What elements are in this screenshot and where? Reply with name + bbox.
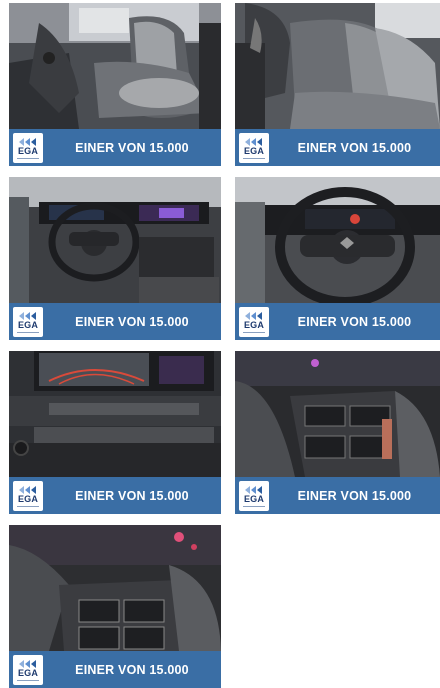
wheel-left-controls-photo (9, 525, 221, 651)
gallery-thumbnail-wheel-left-controls[interactable]: EGA EINER VON 15.000 (9, 525, 221, 688)
gallery-thumbnail-rear-seats[interactable]: EGA EINER VON 15.000 (235, 3, 440, 166)
ega-arrows-icon (245, 485, 262, 494)
banner-text: EINER VON 15.000 (75, 488, 189, 503)
ega-arrows-icon (19, 311, 36, 320)
ega-logo: EGA (13, 654, 43, 685)
banner-text: EINER VON 15.000 (75, 662, 189, 677)
gallery-thumbnail-dashboard[interactable]: EGA EINER VON 15.000 (9, 177, 221, 340)
logo-underline (17, 157, 39, 159)
promo-banner: EGA EINER VON 15.000 (9, 303, 221, 340)
camera-display-photo (9, 351, 221, 477)
steering-wheel-photo (235, 177, 440, 303)
ega-logo: EGA (239, 132, 269, 163)
ega-arrows-icon (245, 137, 262, 146)
promo-banner: EGA EINER VON 15.000 (235, 129, 440, 166)
promo-banner: EGA EINER VON 15.000 (9, 477, 221, 514)
ega-logo: EGA (13, 480, 43, 511)
gallery-thumbnail-steering-wheel[interactable]: EGA EINER VON 15.000 (235, 177, 440, 340)
gallery-thumbnail-front-seats[interactable]: EGA EINER VON 15.000 (9, 3, 221, 166)
ega-logo: EGA (13, 306, 43, 337)
photo-gallery: EGA EINER VON 15.000 EGA EINER VON 15.00… (9, 3, 440, 688)
banner-text: EINER VON 15.000 (297, 140, 412, 155)
ega-arrows-icon (19, 137, 36, 146)
rear-seats-photo (235, 3, 440, 129)
logo-underline (243, 505, 265, 507)
ega-logo: EGA (239, 306, 269, 337)
logo-text: EGA (17, 667, 39, 678)
ega-logo: EGA (239, 480, 269, 511)
logo-underline (17, 505, 39, 507)
wheel-right-controls-photo (235, 351, 440, 477)
ega-arrows-icon (19, 485, 36, 494)
promo-banner: EGA EINER VON 15.000 (235, 303, 440, 340)
gallery-thumbnail-wheel-right-controls[interactable]: EGA EINER VON 15.000 (235, 351, 440, 514)
banner-text: EINER VON 15.000 (297, 314, 412, 329)
logo-text: EGA (243, 145, 265, 156)
banner-text: EINER VON 15.000 (297, 488, 412, 503)
logo-text: EGA (243, 319, 265, 330)
promo-banner: EGA EINER VON 15.000 (9, 651, 221, 688)
ega-logo: EGA (13, 132, 43, 163)
logo-text: EGA (17, 493, 39, 504)
banner-text: EINER VON 15.000 (75, 140, 189, 155)
promo-banner: EGA EINER VON 15.000 (9, 129, 221, 166)
logo-text: EGA (17, 319, 39, 330)
ega-arrows-icon (245, 311, 262, 320)
logo-text: EGA (243, 493, 265, 504)
logo-text: EGA (17, 145, 39, 156)
banner-text: EINER VON 15.000 (75, 314, 189, 329)
ega-arrows-icon (19, 659, 36, 668)
dashboard-photo (9, 177, 221, 303)
front-seats-photo (9, 3, 221, 129)
gallery-thumbnail-camera-display[interactable]: EGA EINER VON 15.000 (9, 351, 221, 514)
logo-underline (243, 331, 265, 333)
logo-underline (17, 331, 39, 333)
logo-underline (243, 157, 265, 159)
promo-banner: EGA EINER VON 15.000 (235, 477, 440, 514)
